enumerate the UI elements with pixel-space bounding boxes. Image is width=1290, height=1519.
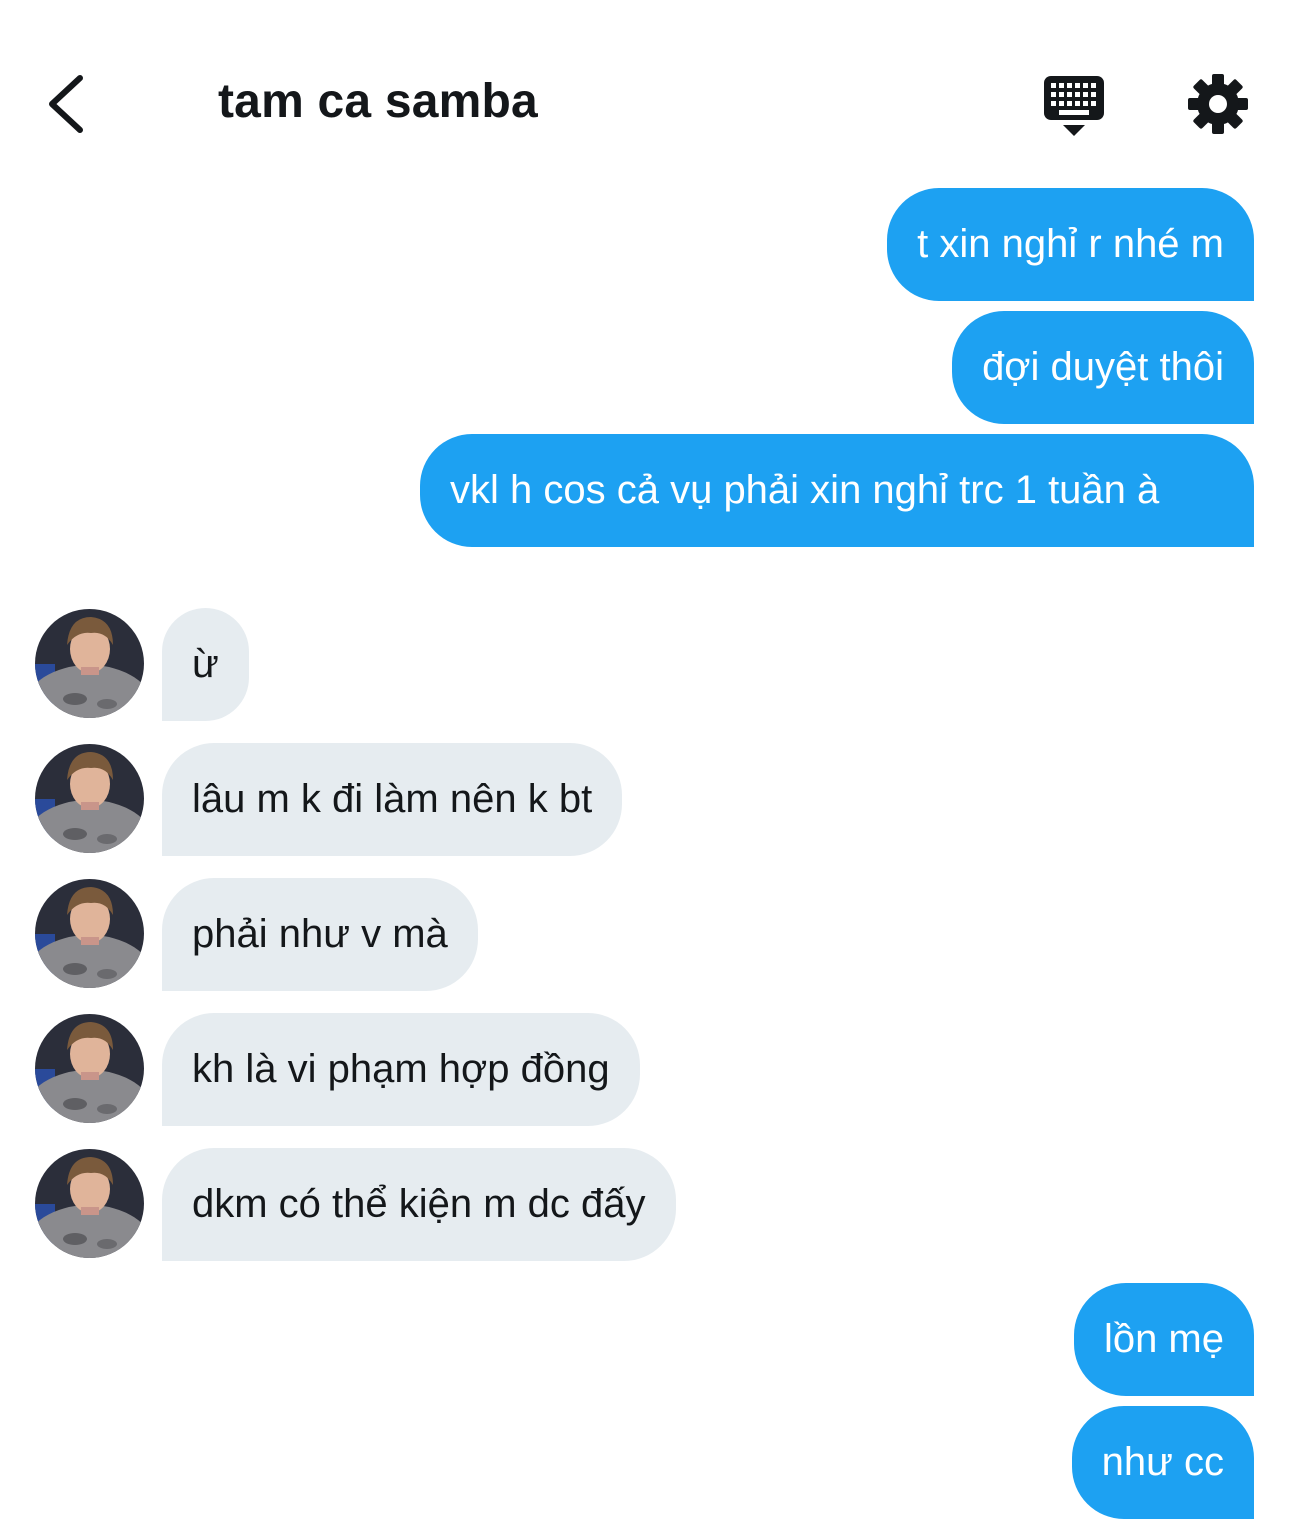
conversation-title: tam ca samba <box>218 75 538 128</box>
gear-icon <box>1188 74 1248 134</box>
avatar-image <box>35 879 144 988</box>
avatar[interactable] <box>35 1014 144 1123</box>
avatar-image <box>35 609 144 718</box>
message-bubble-outgoing[interactable]: như cc <box>1071 1406 1254 1519</box>
avatar[interactable] <box>35 879 144 988</box>
message-bubble-incoming[interactable]: kh là vi phạm hợp đồng <box>162 1013 640 1126</box>
avatar[interactable] <box>35 609 144 718</box>
message-bubble-outgoing[interactable]: đợi duyệt thôi <box>952 311 1254 424</box>
settings-button[interactable] <box>1186 72 1250 136</box>
message-bubble-incoming[interactable]: phải như v mà <box>162 878 478 991</box>
keyboard-icon <box>1044 76 1104 136</box>
message-bubble-outgoing[interactable]: lồn mẹ <box>1073 1283 1254 1396</box>
back-button[interactable] <box>38 66 98 142</box>
message-bubble-outgoing[interactable]: t xin nghỉ r nhé m <box>887 188 1254 301</box>
avatar[interactable] <box>35 744 144 853</box>
avatar-image <box>35 1149 144 1258</box>
avatar-image <box>35 1014 144 1123</box>
keyboard-button[interactable] <box>1040 72 1108 140</box>
message-bubble-incoming[interactable]: ừ <box>162 608 249 721</box>
avatar[interactable] <box>35 1149 144 1258</box>
message-bubble-outgoing[interactable]: vkl h cos cả vụ phải xin nghỉ trc 1 tuần… <box>420 434 1254 547</box>
message-bubble-incoming[interactable]: dkm có thể kiện m dc đấy <box>162 1148 676 1261</box>
message-bubble-incoming[interactable]: lâu m k đi làm nên k bt <box>162 743 623 856</box>
conversation-header: tam ca samba <box>0 0 1290 170</box>
chevron-left-icon <box>49 75 83 133</box>
avatar-image <box>35 744 144 853</box>
